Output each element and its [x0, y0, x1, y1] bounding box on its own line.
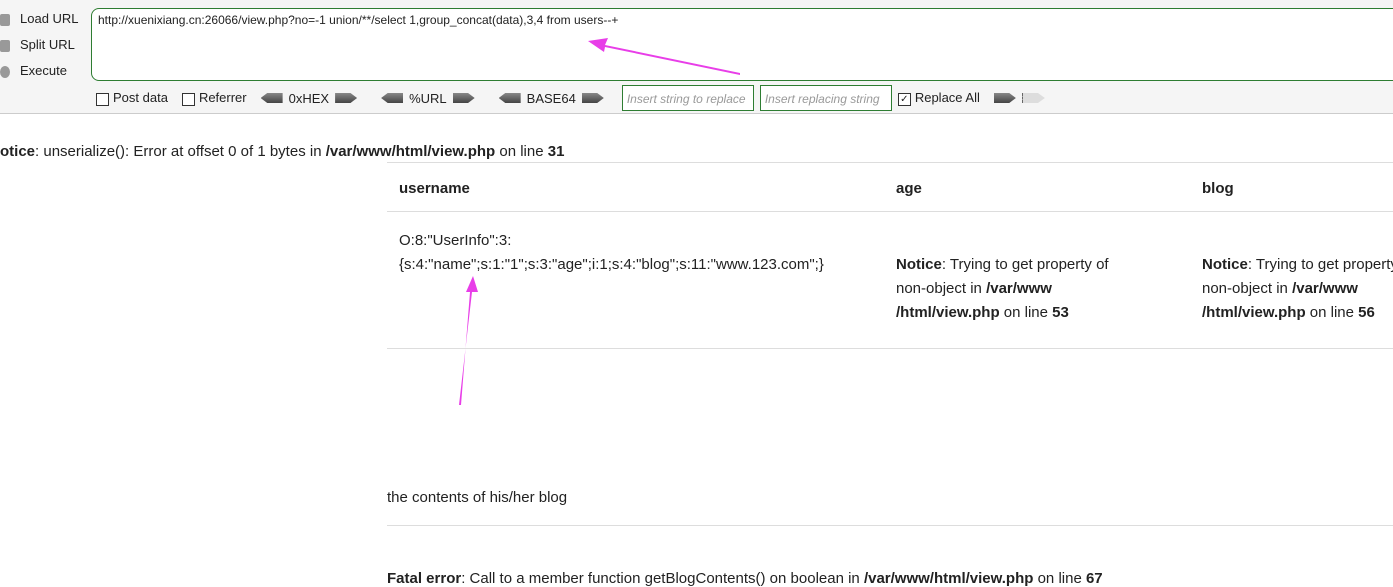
annotation-arrows	[459, 38, 740, 405]
arrow-to-url	[588, 38, 740, 75]
arrow-to-username	[459, 276, 478, 405]
